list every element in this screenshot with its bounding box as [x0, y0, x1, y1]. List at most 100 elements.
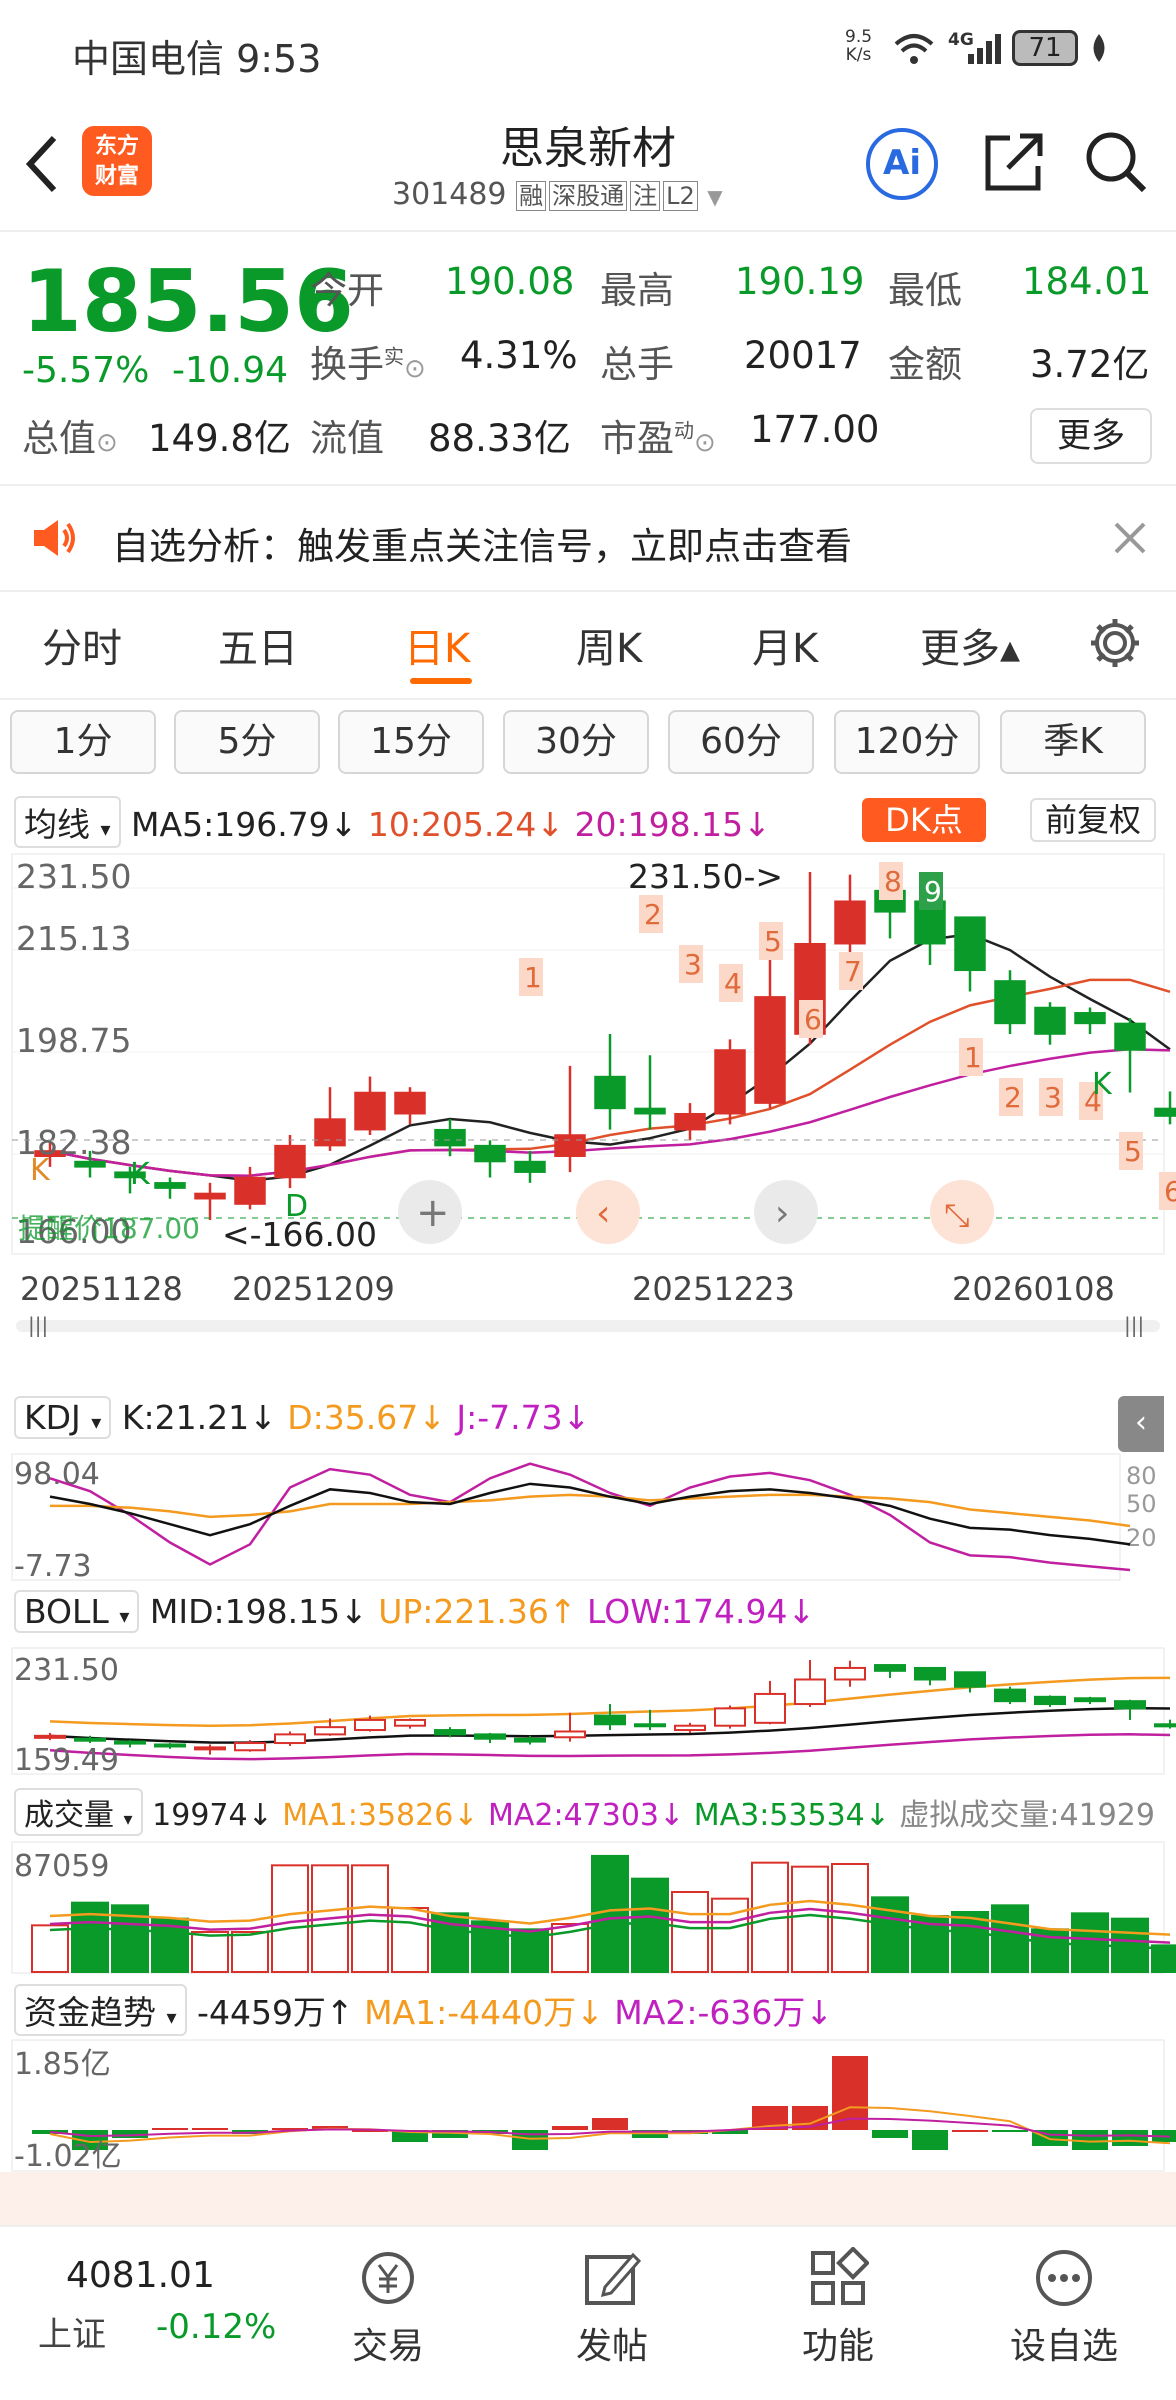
- ma20-value: 20:198.15↓: [574, 805, 771, 844]
- tab-intraday[interactable]: 分时: [42, 616, 122, 674]
- fund-chart[interactable]: 1.85亿 -1.02亿: [0, 2038, 1176, 2173]
- fund-bar: [992, 2130, 1028, 2132]
- signal-number: 1: [964, 1041, 982, 1074]
- boll-candle-body: [554, 1730, 586, 1739]
- signal-number: 4: [724, 967, 742, 1000]
- candle-body: [474, 1144, 506, 1163]
- boll-selector[interactable]: BOLL ▾: [14, 1590, 140, 1633]
- notice-bar[interactable]: 自选分析：触发重点关注信号，立即点击查看: [0, 484, 1176, 588]
- candle-body: [434, 1128, 466, 1147]
- kdj-level-50: 50: [1126, 1490, 1157, 1518]
- boll-candle-body: [314, 1726, 346, 1736]
- tab-weekly-k[interactable]: 周K: [576, 616, 642, 674]
- nav-trade[interactable]: 交易: [318, 2247, 458, 2369]
- tab-more[interactable]: 更多▴: [920, 616, 1020, 674]
- scrollbar-track[interactable]: [16, 1320, 1160, 1332]
- boll-chart[interactable]: 231.50 159.49: [0, 1646, 1176, 1776]
- high-value: 190.19: [735, 260, 865, 303]
- close-icon[interactable]: [1112, 520, 1148, 556]
- net-speed: 9.5 K/s: [845, 27, 873, 65]
- period-30min[interactable]: 30分: [503, 710, 649, 774]
- index-name[interactable]: 上证: [38, 2307, 106, 2356]
- adjust-button[interactable]: 前复权: [1030, 798, 1156, 842]
- y-label-2: 215.13: [16, 919, 131, 958]
- boll-candle-body: [474, 1733, 506, 1740]
- nav-functions[interactable]: 功能: [768, 2247, 908, 2369]
- notice-text: 自选分析：触发重点关注信号，立即点击查看: [112, 525, 852, 568]
- tab-monthly-k[interactable]: 月K: [752, 616, 818, 674]
- kdj-level-20: 20: [1126, 1524, 1157, 1552]
- period-15min[interactable]: 15分: [338, 710, 484, 774]
- scroll-handle-right[interactable]: |||: [1124, 1313, 1144, 1337]
- kd-marker: K: [130, 1157, 151, 1192]
- kdj-selector[interactable]: KDJ ▾: [14, 1396, 112, 1439]
- signal-number: 5: [764, 925, 782, 958]
- remind-price-label: 提醒价187.00: [18, 1212, 200, 1245]
- signal-number: 2: [1004, 1081, 1022, 1114]
- kdj-level-80: 80: [1126, 1462, 1157, 1490]
- volume-selector[interactable]: 成交量 ▾: [14, 1788, 143, 1836]
- nav-add-watchlist[interactable]: 设自选: [994, 2247, 1134, 2369]
- chevron-left-icon: ‹: [596, 1193, 610, 1234]
- volume-bar: [1071, 1912, 1109, 1974]
- boll-candle-body: [114, 1740, 146, 1745]
- speaker-icon: [34, 520, 75, 556]
- volume-chart[interactable]: 87059: [0, 1840, 1176, 1975]
- volume-bar: [951, 1911, 989, 1973]
- index-value[interactable]: 4081.01: [66, 2255, 215, 2296]
- leaf-icon: [1093, 34, 1105, 62]
- period-120min[interactable]: 120分: [834, 710, 980, 774]
- stock-code-line: 301489 融深股通注 L2 ▼: [392, 176, 723, 212]
- scroll-handle-left[interactable]: |||: [28, 1313, 48, 1337]
- pe-value: 177.00: [750, 408, 880, 451]
- kd-marker: K: [1092, 1067, 1113, 1102]
- dropdown-icon[interactable]: ▼: [707, 185, 722, 209]
- period-1min[interactable]: 1分: [10, 710, 156, 774]
- fund-value: -4459万↑: [197, 1993, 354, 2032]
- ma-selector[interactable]: 均线 ▾: [14, 796, 121, 848]
- fund-bar: [152, 2128, 188, 2130]
- float-cap-value: 88.33亿: [428, 417, 571, 460]
- open-value: 190.08: [445, 260, 575, 303]
- candle-body: [514, 1160, 546, 1173]
- ai-button[interactable]: Ai: [866, 128, 938, 200]
- search-icon[interactable]: [1084, 130, 1148, 194]
- tab-five-day[interactable]: 五日: [218, 616, 298, 674]
- dk-point-button[interactable]: DK点: [862, 798, 986, 842]
- nav-post-label: 发帖: [575, 2326, 648, 2367]
- boll-candle-body: [154, 1743, 186, 1748]
- candle-body: [394, 1091, 426, 1115]
- open-label: 今开: [310, 269, 384, 312]
- boll-candle-body: [1034, 1695, 1066, 1706]
- candle-body: [234, 1176, 266, 1205]
- title-bar: 东方 财富 思泉新材 301489 融深股通注 L2 ▼ Ai: [0, 100, 1176, 230]
- volume-bar: [31, 1924, 69, 1974]
- boll-candle-body: [34, 1734, 66, 1739]
- boll-up: UP:221.36↑: [378, 1592, 577, 1631]
- period-quarter-k[interactable]: 季K: [1000, 710, 1146, 774]
- tab-daily-k[interactable]: 日K: [404, 616, 470, 674]
- period-5min[interactable]: 5分: [174, 710, 320, 774]
- fund-top: 1.85亿: [14, 2047, 111, 2082]
- gear-icon[interactable]: [1088, 616, 1142, 670]
- index-change[interactable]: -0.12%: [156, 2307, 276, 2347]
- boll-candle-body: [594, 1714, 626, 1726]
- high-label: 最高: [600, 269, 674, 312]
- boll-low: LOW:174.94↓: [587, 1592, 816, 1631]
- collapse-icon[interactable]: ‹: [1118, 1396, 1164, 1452]
- yuan-exchange-icon: [362, 2252, 414, 2304]
- more-button[interactable]: 更多: [1030, 408, 1152, 464]
- fund-selector[interactable]: 资金趋势 ▾: [14, 1984, 187, 2036]
- volume-value: 20017: [744, 334, 862, 377]
- kline-chart[interactable]: 231.50 215.13 198.75 182.38 166.00 20251…: [0, 850, 1176, 1340]
- promo-strip: [0, 2172, 1176, 2228]
- boll-candle-body: [234, 1742, 266, 1752]
- share-icon[interactable]: [982, 130, 1046, 194]
- kdj-chart[interactable]: 98.04 -7.73 80 50 20: [0, 1452, 1176, 1582]
- period-60min[interactable]: 60分: [668, 710, 814, 774]
- volume-bar: [791, 1865, 829, 1974]
- nav-post[interactable]: 发帖: [542, 2247, 682, 2369]
- grid-icon: [811, 2247, 869, 2305]
- candle-body: [314, 1118, 346, 1147]
- nav-trade-label: 交易: [351, 2326, 424, 2367]
